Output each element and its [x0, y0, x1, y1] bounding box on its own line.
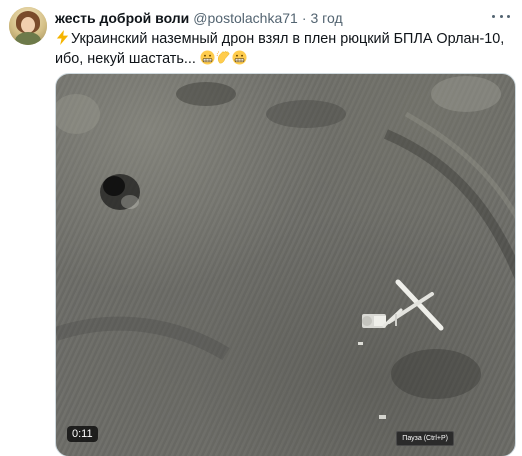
- shrub: [100, 174, 140, 210]
- avatar[interactable]: [9, 7, 47, 45]
- video-frame: [56, 76, 515, 419]
- more-options-icon[interactable]: [492, 9, 510, 23]
- tweet-text-line-1: Украинский наземный дрон взял в плен рюц…: [71, 31, 505, 47]
- uav-orlan: [382, 279, 444, 331]
- avatar-body: [15, 32, 41, 45]
- debris: [358, 342, 363, 345]
- tweet-text: Украинский наземный дрон взял в плен рюц…: [55, 29, 510, 69]
- debris: [379, 415, 386, 419]
- grimace-face-icon: [200, 50, 215, 65]
- avatar-face: [21, 17, 35, 33]
- clapping-hands-icon: [216, 51, 230, 64]
- video-timestamp: 0:11: [67, 426, 98, 442]
- more-dot: [499, 14, 503, 18]
- user-handle[interactable]: @postolachka71: [193, 10, 298, 26]
- tweet-header: жесть доброй воли @postolachka71 · 3 год: [55, 9, 482, 27]
- pause-tooltip: Пауза (Ctrl+P): [396, 431, 454, 446]
- video-player[interactable]: 0:11 Пауза (Ctrl+P): [55, 73, 516, 456]
- more-dot: [507, 14, 510, 18]
- separator-dot: ·: [301, 10, 307, 26]
- grimace-face-icon: [232, 50, 247, 65]
- ground-drone: [362, 314, 386, 328]
- tweet-time[interactable]: 3 год: [310, 10, 342, 26]
- display-name[interactable]: жесть доброй воли: [55, 10, 189, 26]
- tweet-text-line-2: ибо, некуй шастать...: [55, 51, 196, 67]
- more-dot: [492, 14, 495, 18]
- tweet-card[interactable]: жесть доброй воли @postolachka71 · 3 год…: [0, 0, 522, 456]
- lightning-icon: [56, 30, 69, 45]
